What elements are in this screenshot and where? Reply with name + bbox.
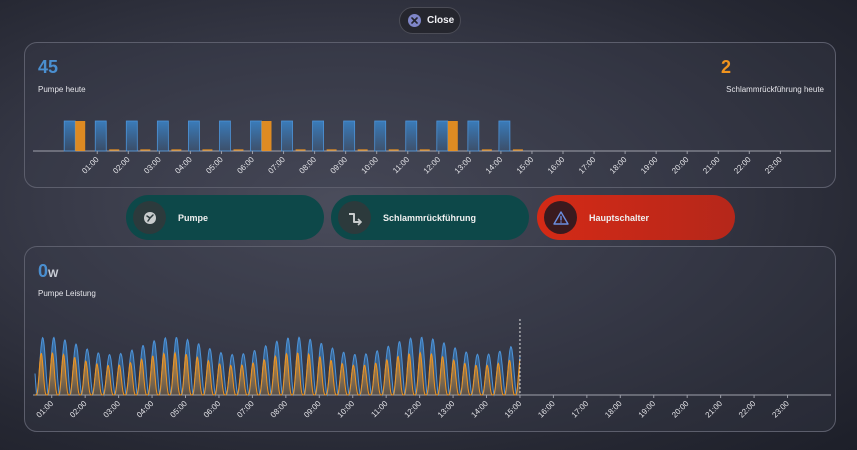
pump-daily-tick-label: 10:00 — [360, 155, 381, 176]
pump-power-tick-label: 18:00 — [603, 399, 624, 420]
pump-power-tick-label: 14:00 — [469, 399, 490, 420]
pump-daily-tick-label: 09:00 — [329, 155, 350, 176]
pump-on-bar — [187, 120, 200, 152]
main-switch-tile-label: Hauptschalter — [589, 212, 650, 223]
close-icon — [408, 14, 421, 27]
warning-icon — [544, 201, 577, 234]
pump-on-bar — [498, 120, 511, 152]
pump-daily-tick-label: 13:00 — [453, 155, 474, 176]
pump-tile[interactable]: Pumpe — [126, 195, 324, 240]
pump-power-tick-label: 16:00 — [536, 399, 557, 420]
pump-daily-tick-label: 18:00 — [608, 155, 629, 176]
pump-daily-chart: 01:00 02:00 03:00 04:00 05:00 06:00 07:00 08:00… — [33, 120, 831, 176]
pump-daily-tick-label: 22:00 — [732, 155, 753, 176]
pump-power-chart: 01:00 02:00 03:00 04:00 05:00 06:00 07:00 08:00… — [33, 319, 831, 420]
pump-daily-tick-label: 11:00 — [391, 155, 411, 175]
pump-daily-tick-label: 06:00 — [235, 155, 256, 176]
pump-power-tick-label: 20:00 — [670, 399, 691, 420]
pump-daily-tick-label: 04:00 — [173, 155, 194, 176]
pump-power-tick-label: 02:00 — [68, 399, 89, 420]
pump-daily-tick-label: 07:00 — [266, 155, 287, 176]
pump-power-tick-label: 12:00 — [403, 399, 424, 420]
pump-power-tick-label: 07:00 — [235, 399, 256, 420]
pump-daily-tick-label: 08:00 — [297, 155, 318, 176]
sludge-on-bar — [447, 121, 458, 151]
pump-power-tick-label: 09:00 — [302, 399, 323, 420]
sludge-return-tile-label: Schlammrückführung — [383, 212, 477, 223]
sludge-on-bar — [261, 121, 272, 151]
main-switch-tile[interactable]: Hauptschalter — [537, 195, 735, 240]
pump-on-bar — [312, 120, 325, 152]
pump-power-tick-label: 17:00 — [570, 399, 591, 420]
pump-on-bar — [436, 120, 449, 152]
close-label: Close — [427, 15, 455, 26]
pump-on-bar — [156, 120, 169, 152]
pump-on-bar — [467, 120, 480, 152]
pump-daily-tick-label: 05:00 — [204, 155, 225, 176]
pump-power-card: 0W Pumpe Leistung 01:00 02:00 03:00 04:00 05… — [24, 246, 836, 432]
pump-on-bar — [343, 120, 356, 152]
pump-on-bar — [250, 120, 262, 152]
pump-daily-tick-label: 21:00 — [701, 155, 722, 176]
pump-power-tick-label: 01:00 — [35, 399, 56, 420]
pump-power-tick-label: 10:00 — [336, 399, 357, 420]
pump-power-tick-label: 06:00 — [202, 399, 223, 420]
pump-daily-tick-label: 16:00 — [546, 155, 567, 176]
pump-on-bar — [281, 120, 293, 152]
close-button[interactable]: Close — [399, 7, 461, 34]
pump-daily-tick-label: 03:00 — [142, 155, 163, 176]
pump-daily-tick-label: 15:00 — [515, 155, 536, 176]
pump-on-bar — [63, 120, 76, 152]
pump-on-bar — [219, 120, 231, 152]
pump-power-tick-label: 03:00 — [101, 399, 122, 420]
pump-power-tick-label: 05:00 — [168, 399, 189, 420]
pump-daily-tick-label: 19:00 — [639, 155, 660, 176]
sludge-on-bar — [75, 121, 86, 151]
pump-daily-card: 45 Pumpe heute 2 Schlammrückführung heut… — [24, 42, 836, 188]
pump-daily-tick-label: 02:00 — [111, 155, 132, 176]
pump-power-tick-label: 08:00 — [269, 399, 290, 420]
pump-power-tick-label: 19:00 — [637, 399, 658, 420]
pump-power-tick-label: 11:00 — [369, 399, 389, 419]
pump-on-bar — [125, 120, 138, 152]
pump-power-tick-label: 23:00 — [770, 399, 791, 420]
pump-power-tick-label: 15:00 — [503, 399, 524, 420]
pump-icon — [133, 201, 166, 234]
pump-tile-label: Pumpe — [178, 212, 209, 223]
pump-on-bar — [94, 120, 107, 152]
pump-power-tick-label: 21:00 — [704, 399, 725, 420]
pump-on-bar — [405, 120, 418, 152]
pump-power-tick-label: 22:00 — [737, 399, 758, 420]
pump-daily-tick-label: 12:00 — [422, 155, 443, 176]
pump-daily-tick-label: 01:00 — [80, 155, 101, 176]
pump-daily-tick-label: 14:00 — [484, 155, 505, 176]
pump-on-bar — [374, 120, 387, 152]
pump-power-tick-label: 13:00 — [436, 399, 457, 420]
pump-power-tick-label: 04:00 — [135, 399, 156, 420]
valve-icon — [338, 201, 371, 234]
pump-daily-tick-label: 17:00 — [577, 155, 598, 176]
sludge-return-tile[interactable]: Schlammrückführung — [331, 195, 529, 240]
pump-daily-tick-label: 20:00 — [670, 155, 691, 176]
pump-daily-tick-label: 23:00 — [763, 155, 784, 176]
